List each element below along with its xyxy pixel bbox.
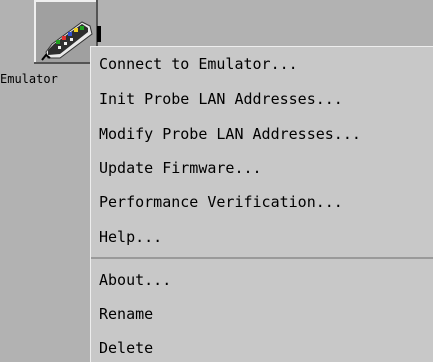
icon-label: Emulator <box>0 72 58 86</box>
desktop-icon[interactable] <box>34 0 98 64</box>
menu-separator <box>91 257 433 259</box>
menu-item-connect-to-emulator[interactable]: Connect to Emulator... <box>99 54 298 74</box>
menu-item-update-firmware[interactable]: Update Firmware... <box>99 158 262 178</box>
menu-item-performance-verification[interactable]: Performance Verification... <box>99 192 343 212</box>
emulator-icon <box>34 0 98 64</box>
menu-item-about[interactable]: About... <box>99 270 171 290</box>
menu-item-init-probe-lan-addresses[interactable]: Init Probe LAN Addresses... <box>99 89 343 109</box>
menu-item-modify-probe-lan-addresses[interactable]: Modify Probe LAN Addresses... <box>99 124 361 144</box>
cursor-marker <box>97 26 101 42</box>
menu-item-help[interactable]: Help... <box>99 227 162 247</box>
menu-item-rename[interactable]: Rename <box>99 304 153 324</box>
menu-item-delete[interactable]: Delete <box>99 338 153 358</box>
context-menu: Connect to Emulator... Init Probe LAN Ad… <box>90 46 433 362</box>
